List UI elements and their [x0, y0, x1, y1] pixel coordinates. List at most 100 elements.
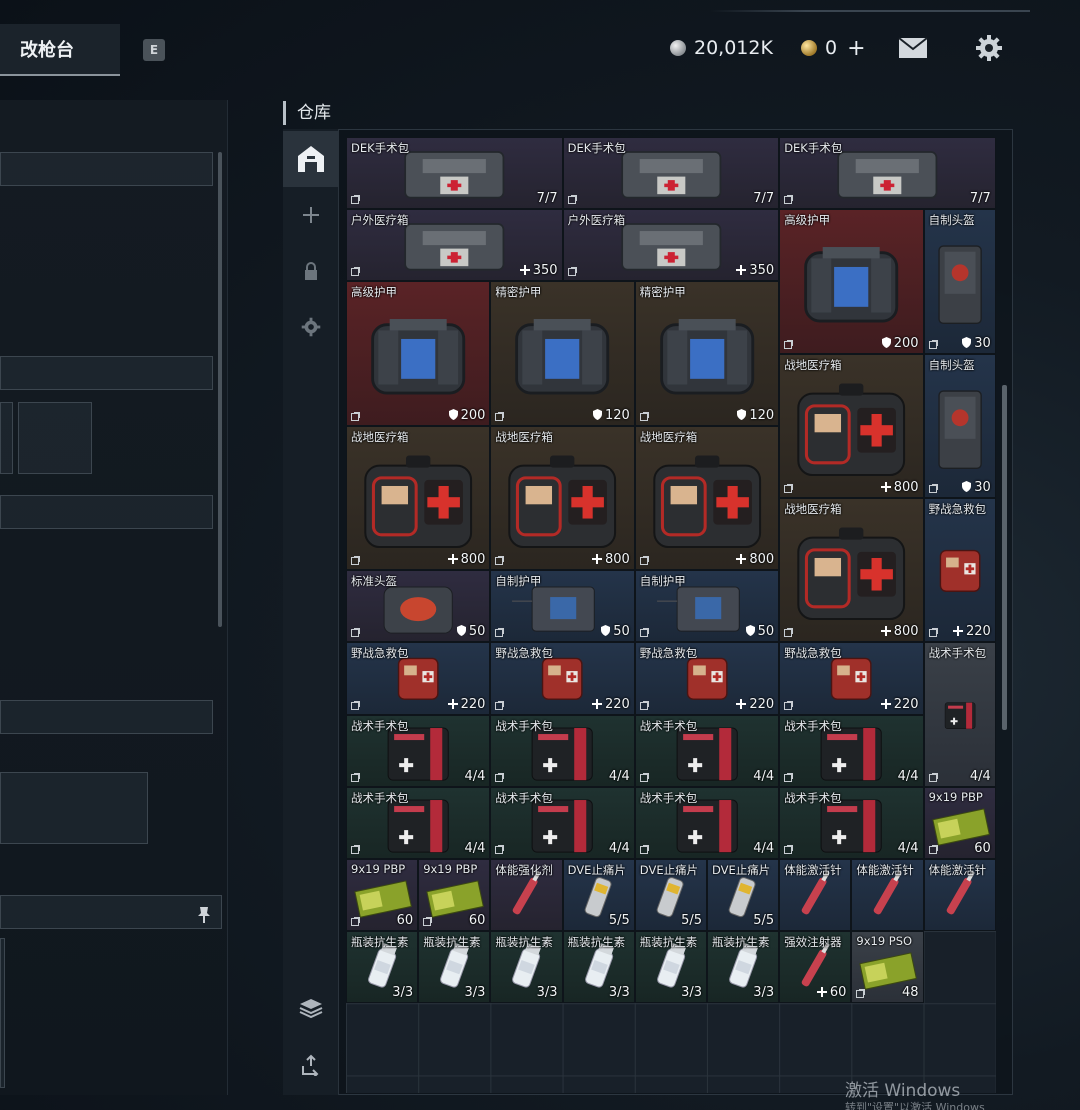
inventory-item[interactable]: 自制护甲 50 — [490, 570, 635, 643]
inventory-item[interactable]: 战地医疗箱 800 — [634, 425, 780, 571]
inventory-item[interactable]: 战术手术包 4/4 — [779, 786, 924, 859]
inventory-item[interactable]: 战地医疗箱 800 — [779, 353, 924, 498]
inventory-item[interactable]: 野战急救包 220 — [779, 642, 924, 715]
inventory-item[interactable]: 9x19 PBP 60 — [346, 859, 419, 932]
tab-gunsmith[interactable]: 改枪台 — [0, 24, 120, 76]
inventory-item[interactable]: 瓶装抗生素 3/3 — [490, 931, 563, 1004]
item-value: 120 — [737, 408, 774, 423]
warehouse-scrollbar[interactable] — [1002, 385, 1007, 730]
inventory-item[interactable]: 强效注射器 60 — [779, 931, 852, 1004]
item-share-icon — [784, 195, 794, 205]
inventory-item[interactable]: 户外医疗箱 350 — [346, 209, 563, 282]
item-value: 60 — [469, 913, 486, 928]
inventory-item[interactable]: 战术手术包 4/4 — [346, 714, 491, 787]
panel-slot[interactable] — [0, 402, 13, 474]
item-value-text: 220 — [460, 696, 486, 712]
inventory-item[interactable]: DEK手术包 7/7 — [562, 137, 780, 210]
item-name: 野战急救包 — [928, 502, 987, 516]
item-name: DEK手术包 — [567, 141, 626, 155]
inventory-item[interactable]: 战术手术包 4/4 — [634, 786, 780, 859]
inventory-item[interactable]: 战术手术包 4/4 — [634, 714, 780, 787]
inventory-item[interactable]: 瓶装抗生素 3/3 — [707, 931, 780, 1004]
inventory-item[interactable]: 战术手术包 4/4 — [490, 786, 635, 859]
inventory-item[interactable]: 野战急救包 220 — [923, 498, 996, 643]
item-name: 体能激活针 — [784, 863, 842, 877]
item-name: 战地医疗箱 — [784, 357, 842, 372]
inventory-item[interactable]: DVE止痛片 5/5 — [562, 859, 635, 932]
key-hint-badge: E — [143, 39, 165, 61]
item-share-icon — [495, 844, 505, 854]
inventory-item[interactable]: DEK手术包 7/7 — [346, 137, 563, 210]
item-value-text: 350 — [749, 263, 775, 279]
inventory-item[interactable]: DEK手术包 7/7 — [779, 137, 996, 210]
item-name: 体能激活针 — [856, 863, 914, 877]
inventory-item[interactable]: 瓶装抗生素 3/3 — [634, 931, 707, 1004]
item-name: 战术手术包 — [495, 790, 553, 805]
item-name: 战地医疗箱 — [351, 429, 409, 444]
inventory-item[interactable]: 战术手术包 4/4 — [923, 642, 996, 787]
inventory-item[interactable]: 战术手术包 4/4 — [779, 714, 924, 787]
inventory-item[interactable]: 野战急救包 220 — [490, 642, 635, 715]
panel-slot[interactable] — [0, 772, 148, 844]
gold-currency[interactable]: 0 + — [801, 34, 866, 62]
panel-slot[interactable] — [18, 402, 92, 474]
inventory-item[interactable]: DVE止痛片 5/5 — [707, 859, 780, 932]
item-value-text: 7/7 — [536, 191, 558, 207]
item-value-text: 4/4 — [464, 840, 486, 856]
inventory-item[interactable]: 瓶装抗生素 3/3 — [562, 931, 635, 1004]
inventory-item[interactable]: 战地医疗箱 800 — [490, 425, 635, 571]
item-share-icon — [639, 556, 649, 566]
panel-slot[interactable] — [0, 356, 213, 390]
inventory-item[interactable]: 战术手术包 4/4 — [346, 786, 491, 859]
inventory-item[interactable]: 自制护甲 50 — [634, 570, 780, 643]
item-value-text: 7/7 — [753, 191, 775, 207]
inventory-item[interactable]: 9x19 PSO 48 — [851, 931, 924, 1004]
panel-slot[interactable] — [0, 152, 213, 186]
inventory-item[interactable]: 标准头盔 50 — [346, 570, 491, 643]
item-value: 4/4 — [753, 841, 774, 856]
mail-icon[interactable] — [897, 32, 929, 64]
panel-slot[interactable] — [0, 495, 213, 529]
inventory-item[interactable]: 自制头盔 30 — [923, 353, 996, 498]
inventory-item[interactable]: 自制头盔 30 — [923, 209, 996, 354]
inventory-item[interactable]: 高级护甲 200 — [779, 209, 924, 354]
inventory-item[interactable]: 战地医疗箱 800 — [346, 425, 491, 571]
panel-slot[interactable] — [0, 895, 222, 929]
inventory-item[interactable]: 精密护甲 120 — [490, 281, 635, 426]
inventory-item[interactable]: 战术手术包 4/4 — [490, 714, 635, 787]
inventory-item[interactable]: 瓶装抗生素 3/3 — [418, 931, 491, 1004]
plus-icon[interactable] — [283, 187, 339, 243]
warehouse-home-icon[interactable] — [283, 131, 339, 187]
inventory-item[interactable]: 战地医疗箱 800 — [779, 498, 924, 643]
gear-icon[interactable] — [973, 32, 1005, 64]
inventory-item[interactable]: 9x19 PBP 60 — [923, 786, 996, 859]
layers-icon[interactable] — [283, 981, 339, 1037]
inventory-item[interactable]: 精密护甲 120 — [634, 281, 780, 426]
inventory-item[interactable]: 高级护甲 200 — [346, 281, 491, 426]
sort-icon[interactable] — [283, 1037, 339, 1093]
panel-slot[interactable] — [0, 700, 213, 734]
inventory-item[interactable]: 9x19 PBP 60 — [418, 859, 491, 932]
inventory-item[interactable]: 户外医疗箱 350 — [562, 209, 780, 282]
item-value-text: 120 — [604, 407, 630, 423]
panel-scrollbar[interactable] — [218, 152, 222, 627]
add-currency-icon[interactable]: + — [847, 36, 865, 61]
inventory-item[interactable]: DVE止痛片 5/5 — [634, 859, 707, 932]
gear-icon[interactable] — [283, 299, 339, 355]
inventory-item[interactable]: 野战急救包 220 — [634, 642, 780, 715]
heal-plus-icon — [736, 263, 749, 278]
inventory-item[interactable]: 体能激活针 — [779, 859, 852, 932]
item-share-icon — [351, 628, 360, 638]
pin-icon[interactable] — [196, 906, 212, 924]
inventory-item[interactable]: 瓶装抗生素 3/3 — [346, 931, 419, 1004]
inventory-item[interactable]: 体能激活针 — [851, 859, 924, 932]
item-share-icon — [856, 989, 866, 999]
inventory-item[interactable]: 体能强化剂 — [490, 859, 563, 932]
inventory-item[interactable]: 野战急救包 220 — [346, 642, 491, 715]
item-name: 战地医疗箱 — [495, 429, 553, 444]
panel-slot[interactable] — [0, 938, 5, 1088]
inventory-item[interactable]: 体能激活针 — [923, 859, 996, 932]
lock-icon[interactable] — [283, 243, 339, 299]
item-share-icon — [639, 772, 649, 782]
item-name: 户外医疗箱 — [351, 213, 409, 228]
